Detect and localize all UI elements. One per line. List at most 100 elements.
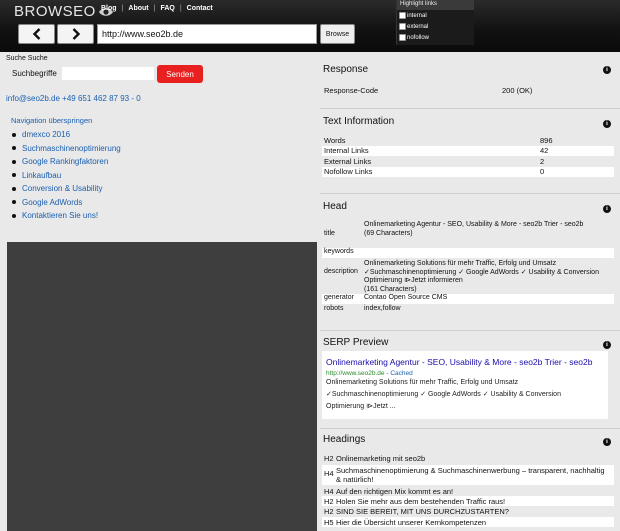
- highlight-nofollow-label: nofollow: [407, 34, 430, 41]
- row-value: 0: [540, 167, 545, 177]
- text-information-title: Text Information: [323, 116, 395, 127]
- info-icon[interactable]: i: [603, 205, 611, 213]
- nav-item-conversion[interactable]: Conversion & Usability: [12, 182, 121, 196]
- highlight-internal-option[interactable]: internal: [397, 10, 474, 21]
- highlight-nofollow-checkbox[interactable]: [399, 34, 406, 41]
- row-value: Onlinemarketing Agentur - SEO, Usability…: [364, 221, 614, 247]
- serp-desc-line: Onlinemarketing Solutions für mehr Traff…: [326, 379, 519, 386]
- back-button[interactable]: [18, 24, 55, 44]
- info-icon[interactable]: i: [603, 438, 611, 446]
- nav-item-label: Kontaktieren Sie uns!: [22, 211, 99, 221]
- serp-url-text: http://www.seo2b.de: [326, 370, 385, 377]
- head-description-value: Onlinemarketing Solutions für mehr Traff…: [364, 260, 599, 284]
- nav-item-ranking[interactable]: Google Rankingfaktoren: [12, 155, 121, 169]
- contact-link[interactable]: info@seo2b.de +49 651 462 87 93 - 0: [6, 94, 141, 103]
- highlight-links-panel: Highlight links internal external nofoll…: [396, 0, 474, 45]
- serp-result-description: Onlinemarketing Solutions für mehr Traff…: [326, 377, 608, 413]
- heading-text: Holen Sie mehr aus dem bestehenden Traff…: [336, 496, 506, 506]
- highlight-internal-checkbox[interactable]: [399, 12, 406, 19]
- divider: [320, 330, 620, 331]
- serp-preview-title: SERP Preview: [323, 337, 389, 348]
- nav-link-contact[interactable]: Contact: [187, 5, 213, 12]
- serp-desc-line: Optimierung ⧐Jetzt ...: [326, 403, 396, 410]
- browse-button[interactable]: Browse: [320, 24, 355, 44]
- head-row-description: description Onlinemarketing Solutions fü…: [322, 260, 614, 293]
- nav-separator: |: [179, 5, 182, 12]
- bullet: [12, 146, 16, 151]
- head-row-keywords: keywords: [322, 248, 614, 258]
- info-icon[interactable]: i: [603, 120, 611, 128]
- nav-separator: |: [153, 5, 156, 12]
- head-row-title: title Onlinemarketing Agentur - SEO, Usa…: [322, 221, 614, 247]
- arrow-left-icon: [32, 28, 40, 40]
- send-button[interactable]: Senden: [157, 65, 203, 83]
- skip-navigation-link[interactable]: Navigation überspringen: [11, 116, 92, 125]
- nav-item-seo[interactable]: Suchmaschinenoptimierung: [12, 142, 121, 156]
- headings-title: Headings: [323, 434, 366, 445]
- heading-level: H2: [324, 454, 334, 463]
- nav-item-adwords[interactable]: Google AdWords: [12, 196, 121, 210]
- response-section: Response i Response-Code 200 (OK): [318, 64, 614, 109]
- row-key: Internal Links: [324, 146, 369, 156]
- heading-text: Hier die Übersicht unserer Kernkompetenz…: [336, 517, 487, 527]
- top-nav: Blog | About | FAQ | Contact: [101, 5, 213, 12]
- bullet: [12, 186, 16, 191]
- row-value: Onlinemarketing Solutions für mehr Traff…: [364, 260, 614, 293]
- search-input[interactable]: [62, 67, 154, 80]
- divider: [320, 193, 620, 194]
- seo-info-panel: Response i Response-Code 200 (OK) Text I…: [318, 52, 620, 531]
- serp-result-url: http://www.seo2b.de - Cached: [326, 370, 608, 377]
- text-information-table: Words 896 Internal Links 42 External Links…: [322, 135, 614, 177]
- logo-text: BROWSEO: [14, 3, 96, 20]
- heading-level: H2: [324, 507, 334, 516]
- nav-item-contact[interactable]: Kontaktieren Sie uns!: [12, 209, 121, 223]
- nav-link-about[interactable]: About: [128, 5, 148, 12]
- nav-item-label: Linkaufbau: [22, 170, 62, 180]
- nav-item-linkaufbau[interactable]: Linkaufbau: [12, 169, 121, 183]
- nav-link-blog[interactable]: Blog: [101, 5, 117, 12]
- serp-desc-line: ✓Suchmaschinenoptimierung ✓ Google AdWor…: [326, 391, 561, 398]
- head-table: title Onlinemarketing Agentur - SEO, Usa…: [322, 221, 614, 316]
- row-key: keywords: [324, 248, 354, 255]
- row-value: 896: [540, 135, 553, 145]
- row-key: External Links: [324, 156, 372, 166]
- nav-item-label: Google AdWords: [22, 197, 83, 207]
- heading-row: H4 Auf den richtigen Mix kommt es an!: [322, 485, 614, 496]
- head-row-generator: generator Contao Open Source CMS: [322, 294, 614, 304]
- bullet: [12, 200, 16, 205]
- info-icon[interactable]: i: [603, 66, 611, 74]
- highlight-external-option[interactable]: external: [397, 21, 474, 32]
- nav-item-dmexco[interactable]: dmexco 2016: [12, 128, 121, 142]
- url-input[interactable]: [97, 24, 317, 44]
- highlight-nofollow-option[interactable]: nofollow: [397, 32, 474, 43]
- nav-item-label: Conversion & Usability: [22, 184, 103, 194]
- nav-item-label: Suchmaschinenoptimierung: [22, 143, 121, 153]
- divider: [320, 108, 620, 109]
- serp-cached-link[interactable]: - Cached: [386, 370, 412, 377]
- table-row: Internal Links 42: [322, 145, 614, 156]
- head-title-value: Onlinemarketing Agentur - SEO, Usability…: [364, 221, 584, 228]
- info-icon[interactable]: i: [603, 341, 611, 349]
- row-key: Response-Code: [324, 85, 379, 95]
- heading-text: Auf den richtigen Mix kommt es an!: [336, 486, 454, 496]
- bullet: [12, 159, 16, 164]
- browseo-logo[interactable]: BROWSEO: [14, 3, 114, 20]
- table-row: Nofollow Links 0: [322, 166, 614, 177]
- row-value: 2: [540, 156, 545, 166]
- head-description-length: (161 Characters): [364, 285, 417, 293]
- head-title: Head: [323, 201, 347, 212]
- highlight-external-checkbox[interactable]: [399, 23, 406, 30]
- head-title-length: (69 Characters): [364, 229, 413, 237]
- page-preview: Suche Suche Suchbegriffe Senden info@seo…: [0, 52, 318, 531]
- heading-text: Onlinemarketing mit seo2b: [336, 454, 426, 463]
- forward-button[interactable]: [57, 24, 94, 44]
- row-value: 200 (OK): [502, 85, 533, 95]
- row-value: index,follow: [364, 305, 401, 312]
- divider: [320, 428, 620, 429]
- serp-result-title[interactable]: Onlinemarketing Agentur - SEO, Usability…: [326, 357, 608, 367]
- nav-item-label: Google Rankingfaktoren: [22, 157, 109, 167]
- serp-preview-section: SERP Preview i Onlinemarketing Agentur -…: [318, 337, 614, 427]
- row-key: description: [324, 268, 358, 275]
- heading-level: H2: [324, 496, 334, 506]
- nav-link-faq[interactable]: FAQ: [160, 5, 174, 12]
